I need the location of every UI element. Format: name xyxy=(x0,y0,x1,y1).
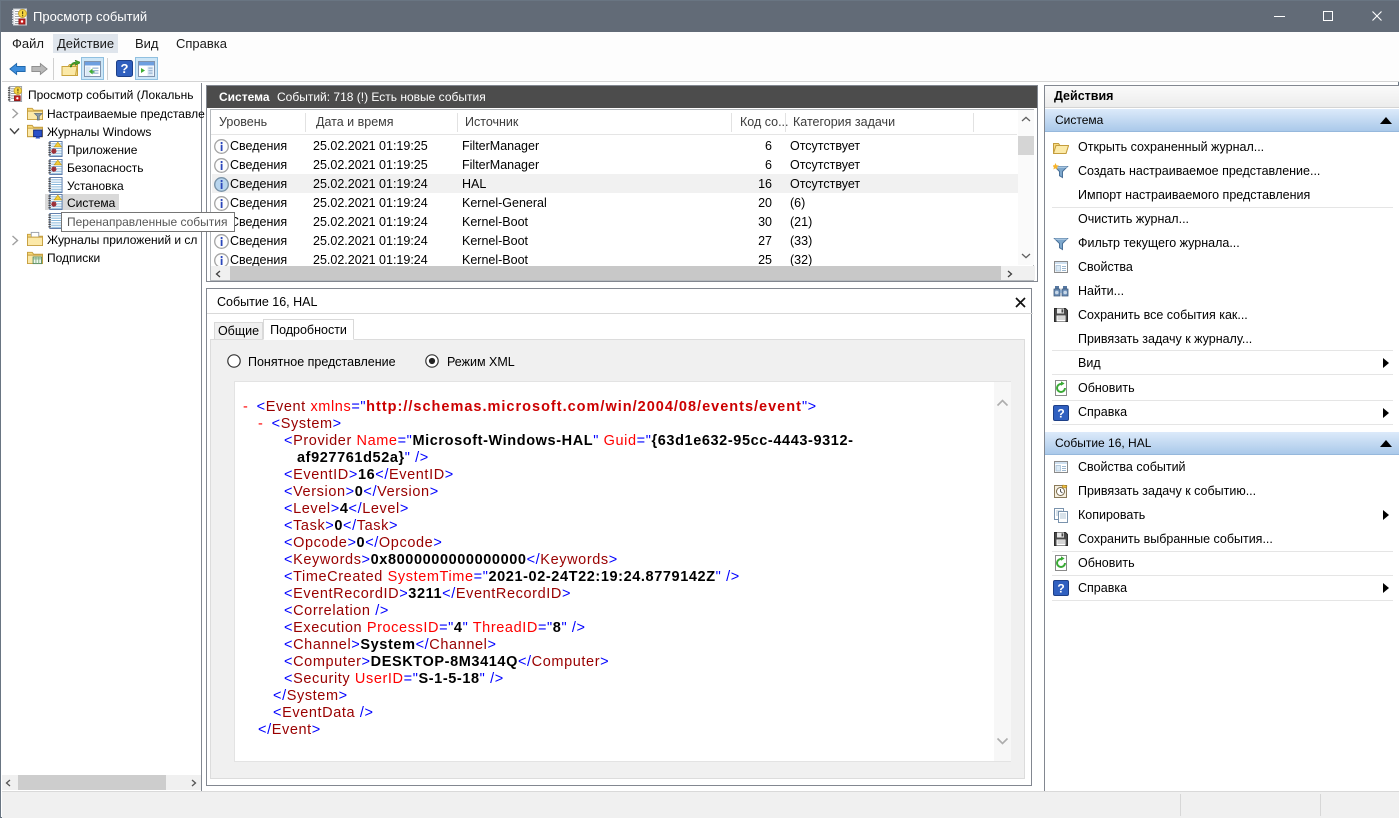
svg-text:?: ? xyxy=(121,61,129,76)
